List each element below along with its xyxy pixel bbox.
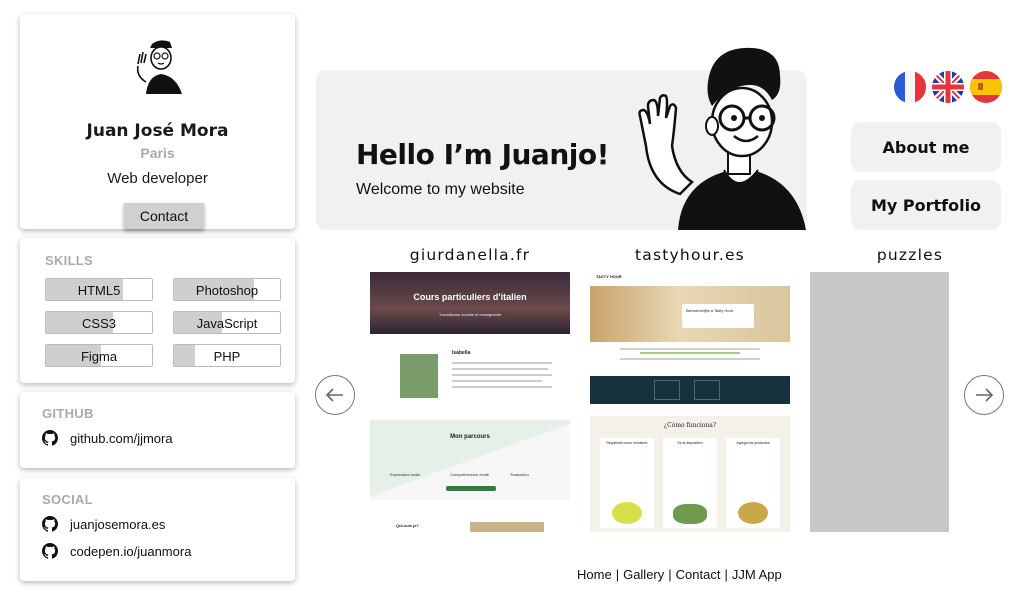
profile-name: Juan José Mora [86,121,229,141]
arrow-left-icon [325,388,343,402]
text-line [620,358,760,360]
social-link-website[interactable]: juanjosemora.es [42,516,165,532]
dark-band [590,376,790,404]
text-line [452,362,552,364]
feature-label: Compréhension écrite [450,472,490,477]
gallery-item-puzzles[interactable] [810,272,949,532]
github-link-label: github.com/jjmora [70,430,173,446]
footer-separator: | [615,567,620,582]
hero-card-text: Bienvenid@s a Tasty Hour [686,308,734,313]
text-line [620,348,760,350]
site-banner-title: Cours particuliers d'italien [413,292,527,302]
character-illustration [638,47,806,230]
site-banner: Cours particuliers d'italien Travailleus… [370,272,570,334]
skill-label: Figma [80,349,118,364]
person-photo [400,354,438,398]
flag-fr-icon[interactable] [894,71,926,103]
icon-box [654,380,680,400]
step-card: Ve al dispositivo [663,438,717,528]
gallery-item-tastyhour[interactable]: TASTY HOUR Bienvenid@s a Tasty Hour ¿Cóm… [590,272,790,532]
step-card: Agrega tus productos [726,438,780,528]
gallery-title-giurdanella: giurdanella.fr [409,246,531,264]
site-banner-sub: Travailleuse sociale et enseignante [438,312,502,317]
footer-separator: | [668,567,672,582]
icon-box [694,380,720,400]
gallery-next-button[interactable] [964,375,1004,415]
github-icon [42,430,58,446]
text-line [452,386,552,388]
person-name: Isabella [452,350,471,356]
social-link-label: codepen.io/juanmora [70,543,192,559]
text-line [452,374,552,376]
gallery-prev-button[interactable] [315,375,355,415]
gallery-title-tastyhour: tastyhour.es [635,246,745,264]
github-icon [42,543,58,559]
github-icon [42,516,58,532]
skills-card: SKILLS HTML5 Photoshop CSS3 JavaScript F… [20,238,295,383]
flag-uk-icon[interactable] [932,71,964,103]
skill-bar-php: PHP [173,344,281,367]
skill-bar-html5: HTML5 [45,278,153,301]
gallery-item-giurdanella[interactable]: Cours particuliers d'italien Travailleus… [370,272,570,532]
social-link-label: juanjosemora.es [70,516,166,532]
social-title: SOCIAL [42,492,93,507]
hero-title: Hello I’m Juanjo! [356,138,609,171]
footer-separator: | [724,567,728,582]
contact-button[interactable]: Contact [124,203,204,229]
flag-es-icon[interactable] [970,71,1002,103]
profile-city: Paris [140,145,175,161]
section-block: Mon parcours Expression orale Compréhens… [370,420,570,500]
step-card: Regístrate como vendedor [600,438,654,528]
site-logo: TASTY HOUR [596,274,622,279]
skill-bar-css3: CSS3 [45,311,153,334]
skill-bar-figma: Figma [45,344,153,367]
text-line [452,380,542,382]
step-title: Ve al dispositivo [677,441,703,445]
hero-subtitle: Welcome to my website [356,181,525,198]
section-title: Mon parcours [450,434,490,440]
arrow-right-icon [976,388,994,402]
footer-link-gallery[interactable]: Gallery [623,567,664,582]
skill-label: Photoshop [195,283,259,298]
text-line [640,352,740,354]
step-title: Agrega tus productos [736,441,770,445]
skill-bar-javascript: JavaScript [173,311,281,334]
cta-button [446,486,496,491]
footer-photo [470,522,544,532]
profile-card: Juan José Mora Paris Web developer Conta… [20,14,295,229]
site-hero-photo: Bienvenid@s a Tasty Hour [590,286,790,342]
footer-link-contact[interactable]: Contact [676,567,721,582]
profile-role: Web developer [107,170,208,187]
gallery-title-puzzles: puzzles [876,246,944,264]
how-section: ¿Cómo funciona? Regístrate como vendedor… [590,416,790,532]
avatar [136,40,182,94]
skill-bar-photoshop: Photoshop [173,278,281,301]
github-card: GITHUB github.com/jjmora [20,392,295,468]
skill-label: JavaScript [196,316,258,331]
skill-label: CSS3 [82,316,116,331]
social-card: SOCIAL juanjosemora.es codepen.io/juanmo… [20,478,295,581]
text-line [452,368,548,370]
skill-label: PHP [213,349,241,364]
skill-label: HTML5 [77,283,121,298]
step-title: Regístrate como vendedor [606,441,648,445]
footer-link-jjm-app[interactable]: JJM App [732,567,782,582]
my-portfolio-button[interactable]: My Portfolio [851,180,1001,230]
skills-title: SKILLS [45,253,94,268]
footer-link-home[interactable]: Home [577,567,612,582]
feature-label: Expression orale [390,472,420,477]
about-me-button[interactable]: About me [851,122,1001,172]
footer-nav: Home | Gallery | Contact | JJM App [577,567,782,582]
how-title: ¿Cómo funciona? [663,422,717,429]
github-link[interactable]: github.com/jjmora [42,430,173,446]
lemon-image [612,502,642,524]
beans-image [738,502,768,524]
github-title: GITHUB [42,406,94,421]
feature-label: Traduction [510,472,529,477]
footer-heading: Qui-suis je? [396,523,419,528]
social-link-codepen[interactable]: codepen.io/juanmora [42,543,191,559]
hero-card: Bienvenid@s a Tasty Hour [682,304,754,328]
greens-image [673,504,707,524]
